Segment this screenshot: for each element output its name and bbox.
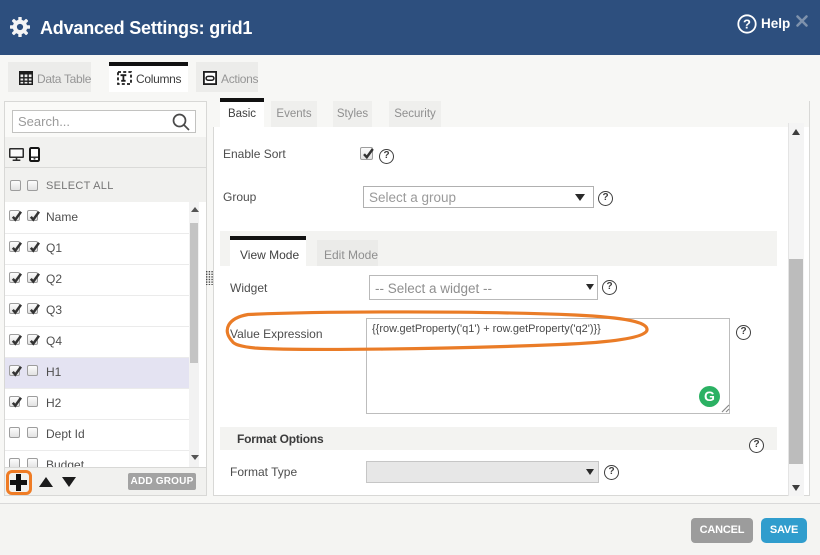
svg-text:?: ? [743,17,751,32]
